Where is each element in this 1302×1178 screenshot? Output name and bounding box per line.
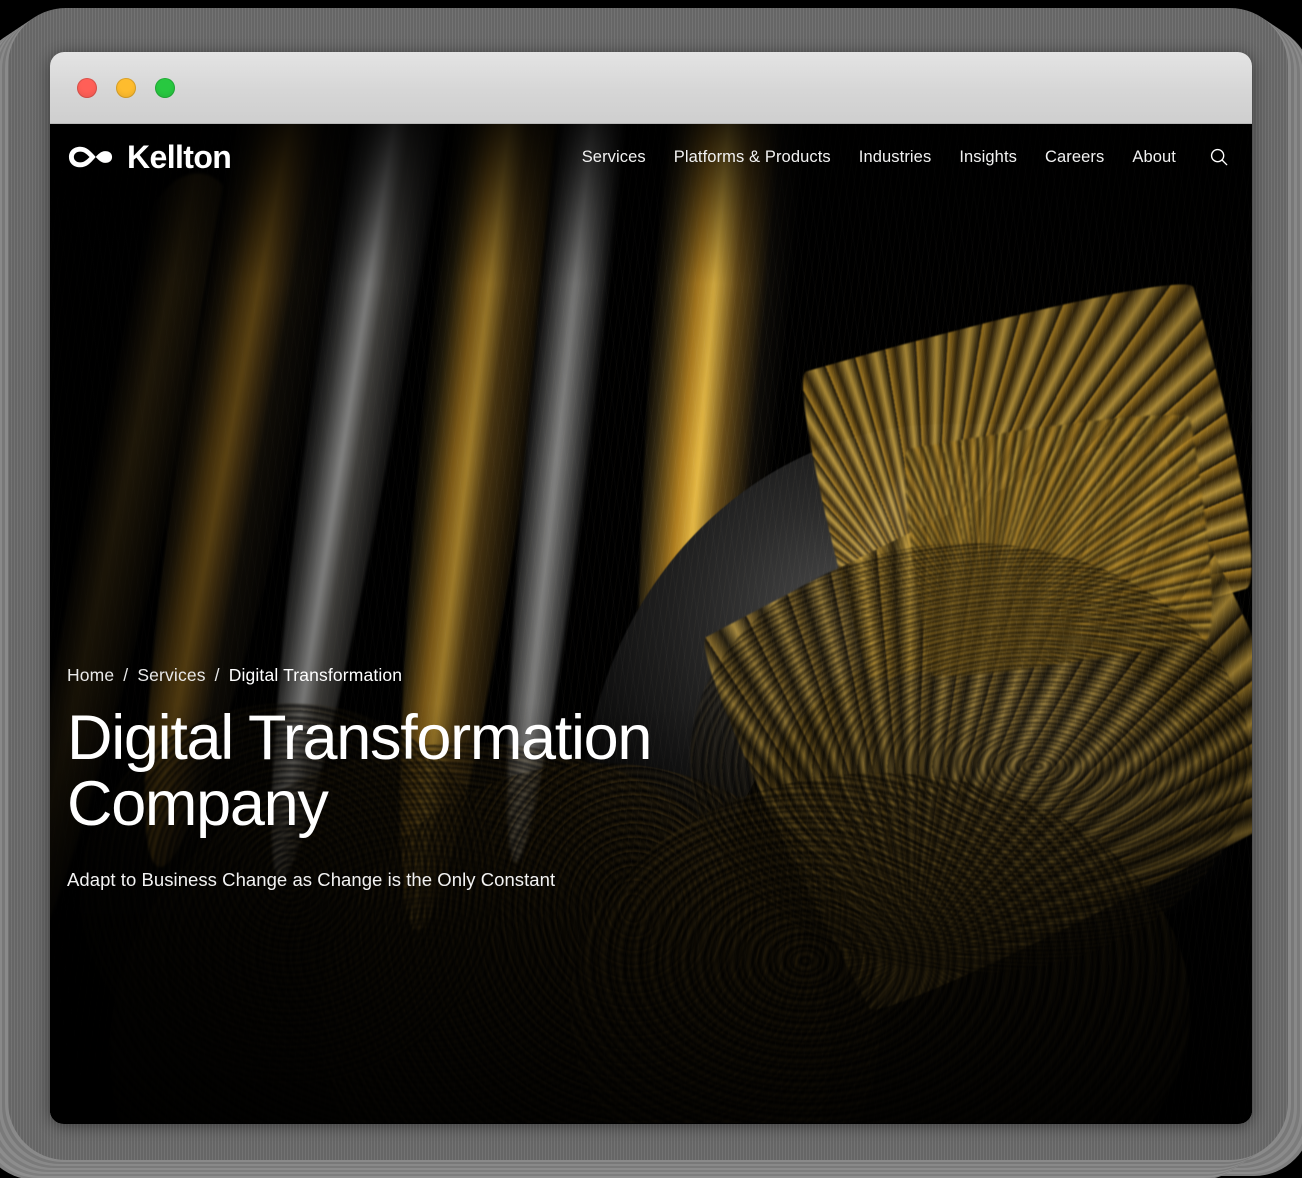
brand-logo-link[interactable]: Kellton	[67, 139, 232, 175]
nav-item-careers[interactable]: Careers	[1031, 140, 1118, 175]
main-navigation: Services Platforms & Products Industries…	[568, 138, 1236, 176]
search-icon	[1210, 148, 1228, 166]
nav-item-services[interactable]: Services	[568, 140, 660, 175]
nav-item-insights[interactable]: Insights	[945, 140, 1031, 175]
hero-subtitle: Adapt to Business Change as Change is th…	[67, 869, 556, 891]
maximize-window-button[interactable]	[155, 77, 175, 98]
browser-window: Kellton Services Platforms & Products In…	[50, 52, 1252, 1124]
close-window-button[interactable]	[77, 77, 97, 98]
nav-item-about[interactable]: About	[1118, 140, 1190, 175]
window-controls	[77, 77, 175, 98]
search-button[interactable]	[1190, 138, 1236, 176]
breadcrumb: Home / Services / Digital Transformation	[67, 665, 827, 686]
site-header: Kellton Services Platforms & Products In…	[50, 124, 1252, 190]
browser-title-bar	[50, 52, 1252, 124]
hero-content: Home / Services / Digital Transformation…	[67, 665, 827, 1123]
nav-item-industries[interactable]: Industries	[845, 140, 946, 175]
minimize-window-button[interactable]	[116, 77, 136, 98]
infinity-logo-icon	[68, 146, 113, 168]
breadcrumb-separator: /	[123, 664, 129, 685]
nav-item-platforms-products[interactable]: Platforms & Products	[660, 140, 845, 175]
breadcrumb-item-home[interactable]: Home	[67, 665, 114, 685]
breadcrumb-item-services[interactable]: Services	[137, 665, 205, 685]
page-viewport: Kellton Services Platforms & Products In…	[50, 124, 1252, 1123]
brand-name: Kellton	[127, 139, 232, 175]
breadcrumb-item-current: Digital Transformation	[228, 664, 403, 685]
breadcrumb-separator: /	[214, 664, 220, 685]
page-title: Digital Transformation Company	[67, 702, 652, 840]
